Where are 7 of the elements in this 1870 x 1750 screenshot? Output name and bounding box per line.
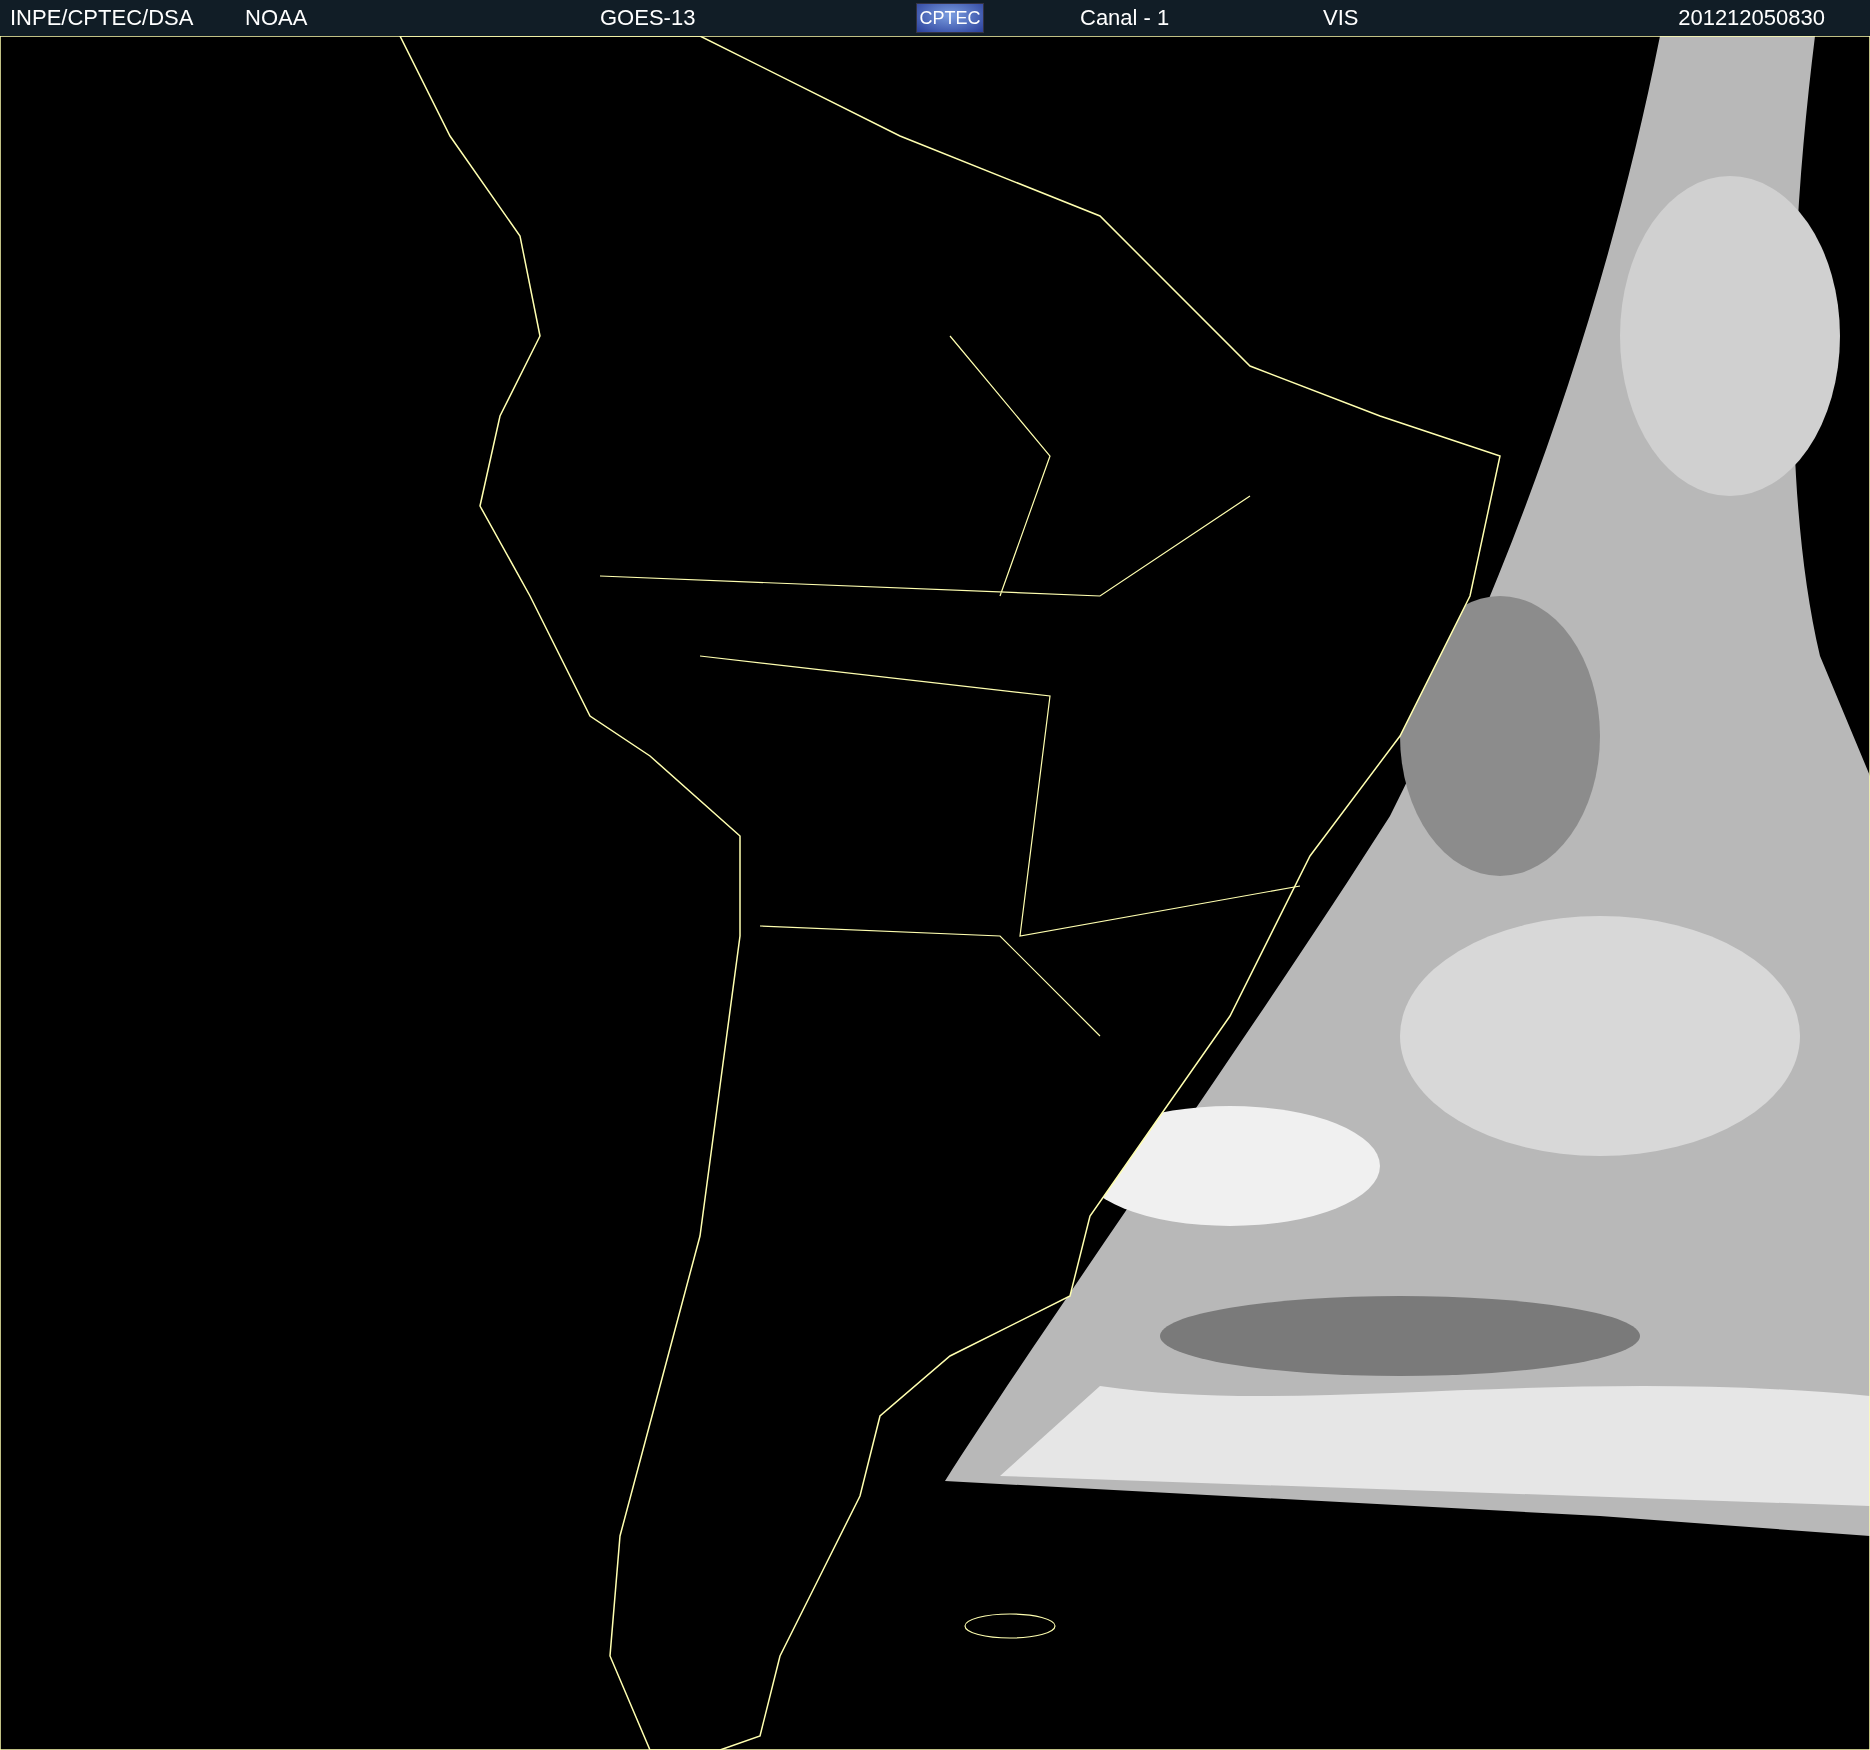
logo: CPTEC bbox=[916, 3, 984, 33]
band-label: VIS bbox=[1323, 5, 1360, 31]
satellite-label: GOES-13 bbox=[600, 5, 697, 31]
agency-label: INPE/CPTEC/DSA bbox=[10, 5, 195, 31]
source-label: NOAA bbox=[245, 5, 309, 31]
timestamp-label: 201212050830 bbox=[1678, 5, 1825, 31]
channel-label: Canal - 1 bbox=[1080, 5, 1171, 31]
